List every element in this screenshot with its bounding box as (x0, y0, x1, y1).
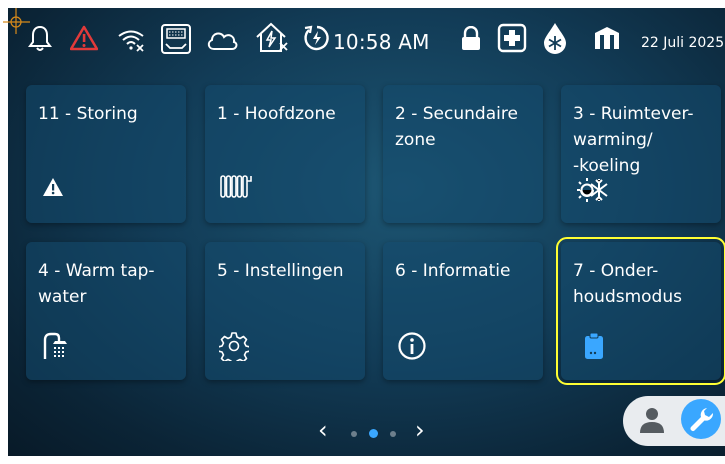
status-bar: 10:58 AM 22 Juli 2025 (8, 8, 725, 68)
cloud-icon (207, 32, 238, 50)
tile-label: 2 - Secundaire zone (395, 104, 518, 150)
tile-label: 4 - Warm tap- water (38, 261, 155, 307)
radiator-icon (220, 175, 252, 198)
lock-icon[interactable] (460, 26, 482, 52)
wrench-icon[interactable] (680, 398, 722, 440)
tile-secundaire-zone[interactable]: 2 - Secundaire zone (383, 85, 543, 223)
tile-label: 6 - Informatie (395, 261, 511, 281)
tile-ruimteverwarming[interactable]: 3 - Ruimtever- warming/ -koeling (561, 85, 721, 223)
user-icon[interactable] (636, 405, 668, 437)
prev-page-arrow[interactable]: ‹ (318, 416, 328, 444)
tile-hoofdzone[interactable]: 1 - Hoofdzone (205, 85, 365, 223)
water-snowflake-icon[interactable] (540, 21, 570, 55)
tile-label: 7 - Onder- houdsmodus (573, 261, 682, 307)
router-icon (161, 24, 191, 54)
alert-triangle-icon[interactable] (70, 25, 98, 51)
tile-label: 3 - Ruimtever- warming/ -koeling (573, 104, 694, 176)
device-screen: 10:58 AM 22 Juli 2025 11 - Storing 1 - H… (8, 8, 725, 456)
clipboard-icon (585, 332, 603, 359)
shower-icon (43, 332, 67, 359)
info-icon (398, 332, 426, 360)
sun-snowflake-icon (577, 178, 608, 202)
wifi-off-icon (118, 30, 144, 52)
page-dot[interactable] (390, 431, 396, 437)
next-page-arrow[interactable]: › (415, 416, 425, 444)
building-icon[interactable] (593, 25, 621, 51)
gear-icon (219, 332, 249, 361)
warning-icon (43, 178, 63, 196)
clock-time: 10:58 AM (333, 30, 430, 54)
tile-warm-tapwater[interactable]: 4 - Warm tap- water (26, 242, 186, 380)
medical-cross-icon[interactable] (497, 23, 527, 53)
date-label: 22 Juli 2025 (641, 35, 725, 51)
tile-label: 5 - Instellingen (217, 261, 344, 281)
smart-home-off-icon (256, 22, 288, 52)
tile-label: 1 - Hoofdzone (217, 104, 336, 124)
tile-instellingen[interactable]: 5 - Instellingen (205, 242, 365, 380)
crosshair-marker (3, 8, 30, 34)
page-dot-active[interactable] (369, 429, 378, 438)
page-dot[interactable] (351, 431, 357, 437)
tile-storing[interactable]: 11 - Storing (26, 85, 186, 223)
power-cycle-icon (304, 25, 329, 51)
tile-onderhoudsmodus[interactable]: 7 - Onder- houdsmodus (556, 237, 725, 385)
tile-label: 11 - Storing (38, 104, 138, 124)
tile-informatie[interactable]: 6 - Informatie (383, 242, 543, 380)
